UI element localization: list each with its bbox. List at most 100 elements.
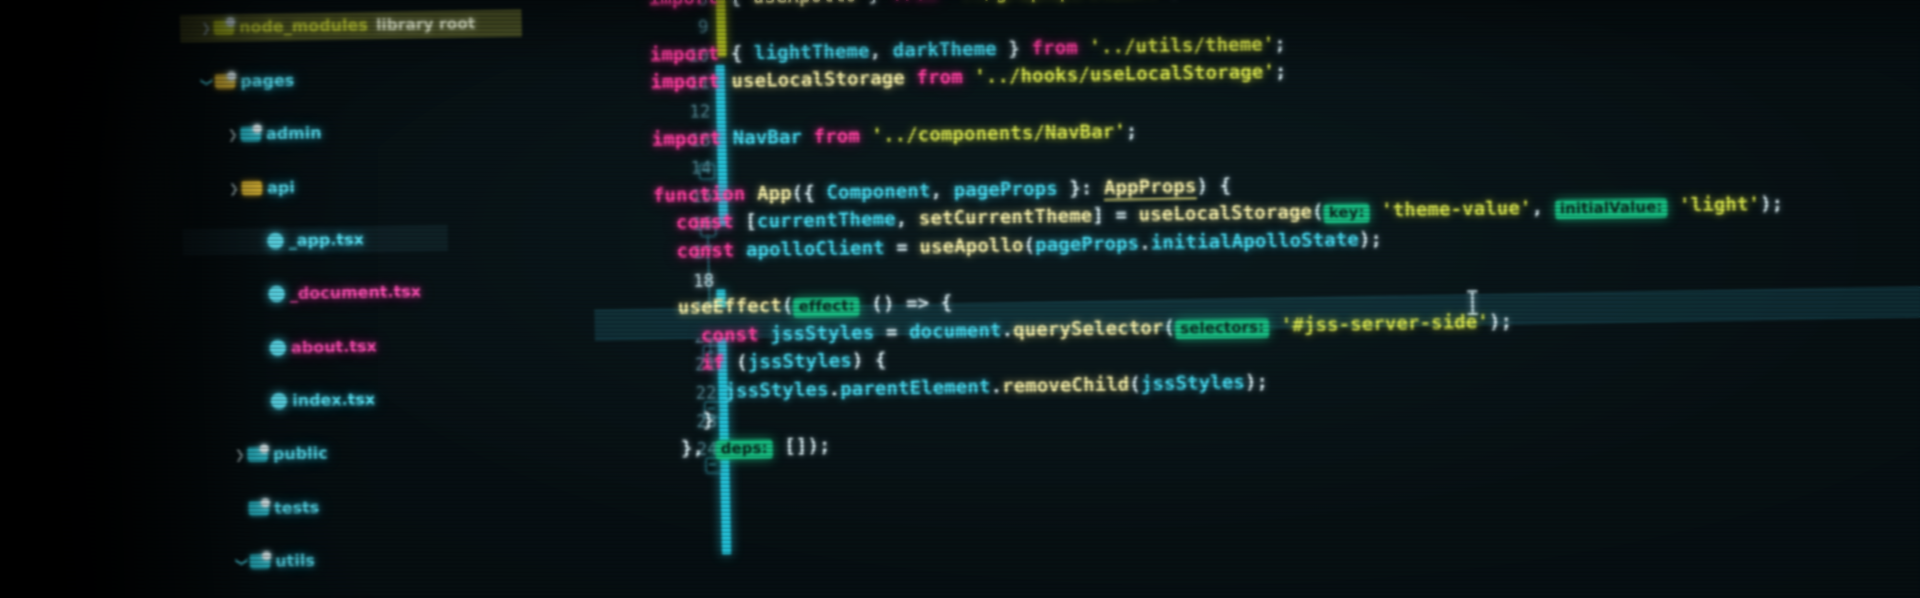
chevron-right-icon[interactable]: ❯ xyxy=(232,442,248,469)
code-line[interactable]: jssStyles.parentElement.removeChild(jssS… xyxy=(657,371,1268,404)
tree-item-public[interactable]: ❯ public xyxy=(189,435,618,469)
code-token: '../utils/theme' xyxy=(1089,33,1275,59)
code-token: jssStyles xyxy=(770,322,875,346)
code-token: ] xyxy=(1092,205,1105,228)
code-token: pageProps xyxy=(1034,233,1140,257)
tree-item-node-modules[interactable]: ❯ node_modules library root xyxy=(179,8,609,43)
folder-olive-icon xyxy=(213,20,235,36)
chevron-right-icon[interactable]: ❯ xyxy=(226,175,242,202)
code-token: 'light' xyxy=(1678,193,1761,217)
react-file-icon xyxy=(269,339,287,357)
code-token: () xyxy=(871,293,895,316)
code-token: Component xyxy=(826,180,931,204)
tree-item-admin[interactable]: ❯ admin xyxy=(182,115,611,149)
chevron-right-icon[interactable]: ❯ xyxy=(225,121,241,148)
parameter-hint: effect: xyxy=(793,297,861,318)
code-token: useLocalStorage xyxy=(1138,201,1313,227)
tree-item-app-tsx[interactable]: _app.tsx xyxy=(182,222,613,256)
tree-item-label: _app.tsx xyxy=(288,230,365,250)
code-line[interactable]: function App({ Component, pageProps }: A… xyxy=(653,175,1232,207)
code-token: setCurrentTheme xyxy=(918,205,1093,231)
code-editor-area[interactable]: import { Container } from '@material-ui/… xyxy=(594,0,1920,598)
tree-item-document-tsx[interactable]: _document.tsx xyxy=(186,275,615,309)
code-token: , xyxy=(930,180,943,202)
code-token: removeChild xyxy=(1001,373,1130,398)
code-line[interactable]: }, deps: []); xyxy=(658,435,831,460)
code-line[interactable]: import { lightTheme, darkTheme } from '.… xyxy=(650,33,1287,66)
folder-cyan-icon xyxy=(249,554,271,570)
code-token: from xyxy=(813,125,861,148)
code-token: jssStyles xyxy=(1140,371,1246,396)
tree-item-index-tsx[interactable]: index.tsx xyxy=(188,382,617,416)
code-token: []); xyxy=(784,435,831,458)
project-tree-panel[interactable]: ❯lib❯node_moduleslibrary root❯pages❯admi… xyxy=(179,0,623,598)
tree-item-utils[interactable]: ❯ utils xyxy=(191,542,620,576)
tree-item-label: admin xyxy=(265,123,322,144)
code-token: const xyxy=(675,211,735,235)
code-token: from xyxy=(1031,36,1079,60)
chevron-right-icon[interactable]: ❯ xyxy=(198,15,214,42)
tree-item-pages[interactable]: ❯ pages xyxy=(181,61,610,95)
code-token: App xyxy=(756,182,793,205)
tree-item-label: api xyxy=(266,177,296,197)
code-line[interactable]: if (jssStyles) { xyxy=(656,350,887,375)
code-token: '../graphql/client' xyxy=(949,0,1169,4)
parameter-hint: deps: xyxy=(715,439,774,460)
code-token: initialApolloState xyxy=(1150,229,1360,255)
code-token: from xyxy=(916,67,964,90)
parameter-hint: initialValue: xyxy=(1554,198,1668,221)
tree-item-about-tsx[interactable]: about.tsx xyxy=(187,329,616,363)
code-token: const xyxy=(676,240,735,263)
code-token: useApollo xyxy=(919,235,1024,259)
code-token: '../components/NavBar' xyxy=(871,120,1127,147)
code-token: ({ xyxy=(791,182,816,205)
code-token: '../hooks/useLocalStorage' xyxy=(974,61,1276,89)
code-line[interactable]: import NavBar from '../components/NavBar… xyxy=(652,120,1138,150)
code-line[interactable]: import { useApollo } from '../graphql/cl… xyxy=(648,0,1180,10)
code-token: , xyxy=(895,208,908,231)
tree-item-label: about.tsx xyxy=(290,336,378,357)
code-token: pageProps xyxy=(953,178,1058,202)
code-token: ( xyxy=(1163,316,1176,339)
folder-cyan-icon xyxy=(240,127,262,142)
code-line[interactable]: } xyxy=(658,409,715,431)
code-token: import xyxy=(650,71,721,95)
tree-item-api[interactable]: ❯ api xyxy=(183,168,612,202)
code-token: currentTheme xyxy=(756,209,897,233)
code-token: = xyxy=(1115,205,1128,227)
tree-item-tests[interactable]: tests xyxy=(190,489,619,523)
code-line[interactable]: import useLocalStorage from '../hooks/us… xyxy=(650,61,1286,95)
code-token: . xyxy=(1001,319,1014,342)
code-token: }, xyxy=(680,437,705,460)
code-token: } xyxy=(702,409,715,431)
code-token: { xyxy=(729,0,741,8)
code-token: ( xyxy=(1311,201,1324,224)
react-file-icon xyxy=(268,285,285,303)
code-line[interactable]: const apolloClient = useApollo(pageProps… xyxy=(654,229,1382,263)
